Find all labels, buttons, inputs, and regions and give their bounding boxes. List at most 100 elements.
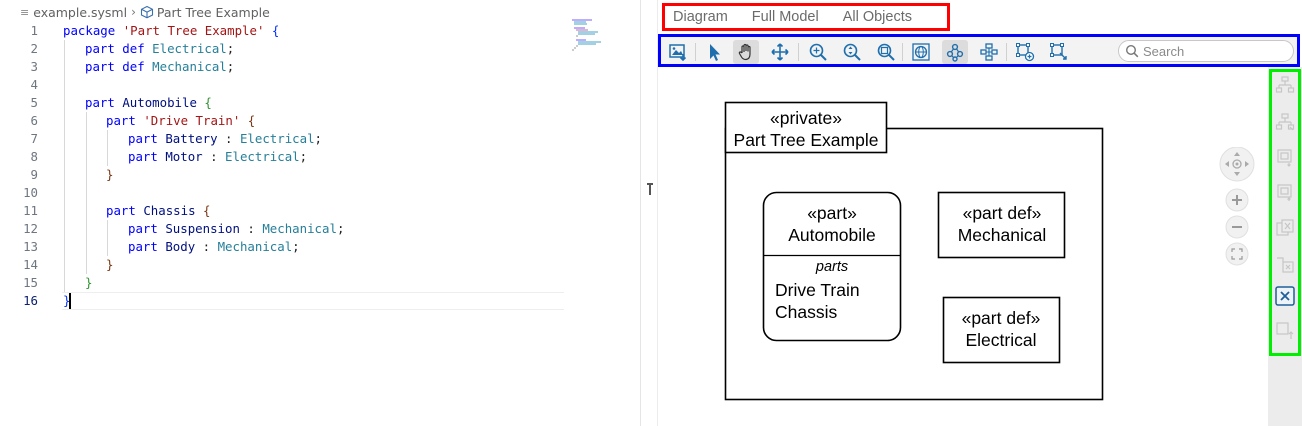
indent-guide (64, 166, 65, 184)
code-line: 9} (0, 166, 575, 184)
indent-guide (64, 76, 65, 94)
indent-guide (64, 130, 65, 148)
code-editor[interactable]: ≡ example.sysml › Part Tree Example 1 pac… (0, 0, 642, 426)
toolbar-separator (1006, 43, 1007, 61)
line-text: } (106, 257, 114, 272)
layout-icon (946, 43, 964, 62)
electrical-part-def-node[interactable]: «part def» Electrical (942, 296, 1061, 364)
connect-nodes-button[interactable] (1046, 40, 1072, 64)
tab-all-objects[interactable]: All Objects (843, 9, 912, 25)
line-text: } (85, 275, 93, 290)
line-text: part Chassis { (106, 203, 211, 218)
search-icon (1125, 44, 1139, 58)
indent-guide (86, 130, 87, 148)
breadcrumb-symbol[interactable]: Part Tree Example (157, 5, 270, 20)
minimap[interactable] (568, 18, 608, 58)
mechanical-stereotype: «part def» (963, 203, 1042, 223)
add-node-button[interactable] (1012, 40, 1038, 64)
zoom-selection-icon (877, 43, 895, 61)
pan-icon[interactable] (1219, 147, 1255, 182)
canvas-nav-controls (1219, 147, 1255, 266)
indent-guide (86, 184, 87, 202)
line-number: 12 (23, 221, 38, 236)
line-text: part Automobile { (85, 95, 212, 110)
code-line: 3 part def Mechanical; (0, 58, 575, 76)
indent-guide (64, 202, 65, 220)
search-box[interactable] (1118, 40, 1294, 62)
code-line: 12 part Suspension : Mechanical; (0, 220, 575, 238)
part-member-drive-train: Drive Train (775, 280, 860, 300)
indent-guide (86, 220, 87, 238)
line-text: } (106, 167, 114, 182)
line-number: 8 (30, 149, 38, 164)
diagram-toolbar (658, 34, 1300, 67)
package-stereotype: «private» (770, 108, 842, 128)
line-text: part Battery : Electrical; (128, 131, 323, 146)
automobile-stereotype: «part» (807, 203, 857, 223)
code-line: 16} (0, 292, 575, 310)
layout-button[interactable] (942, 40, 968, 64)
globe-icon (912, 43, 930, 61)
zoom-vertical-button[interactable] (839, 40, 865, 64)
add-node-icon (1016, 43, 1035, 62)
move-icon (771, 43, 789, 61)
indent-guide (107, 130, 108, 148)
search-input[interactable] (1143, 43, 1283, 59)
line-number: 9 (30, 167, 38, 182)
tab-diagram[interactable]: Diagram (673, 9, 728, 25)
code-line: 14} (0, 256, 575, 274)
code-line: 5 part Automobile { (0, 94, 575, 112)
zoom-out-icon[interactable] (1225, 215, 1249, 239)
line-number: 10 (23, 185, 38, 200)
code-line: 1 package 'Part Tree Example' { (0, 22, 575, 40)
pan-button[interactable] (733, 40, 759, 64)
panel-divider[interactable] (640, 0, 641, 426)
indent-guide (64, 58, 65, 76)
side-toolbar-highlight (1269, 69, 1301, 356)
code-line: 13 part Body : Mechanical; (0, 238, 575, 256)
toolbar-separator (695, 43, 696, 61)
line-number: 3 (30, 59, 38, 74)
fit-screen-icon[interactable] (1225, 242, 1249, 266)
zoom-fit-icon (809, 43, 827, 61)
mechanical-part-def-node[interactable]: «part def» Mechanical (937, 191, 1066, 259)
code-line: 10 (0, 184, 575, 202)
diagram-canvas[interactable]: «private» Part Tree Example «part» Autom… (658, 67, 1268, 426)
indent-guide (86, 202, 87, 220)
indent-guide (86, 112, 87, 130)
line-number: 13 (23, 239, 38, 254)
zoom-selection-button[interactable] (873, 40, 899, 64)
tab-full-model[interactable]: Full Model (752, 9, 819, 25)
zoom-vertical-icon (843, 43, 861, 61)
code-lines[interactable]: 1 package 'Part Tree Example' { 2 part def… (0, 22, 575, 310)
file-lines-icon: ≡ (20, 5, 30, 19)
indent-guide (86, 238, 87, 256)
indent-guide (64, 112, 65, 130)
line-number: 16 (23, 293, 38, 308)
indent-guide (86, 256, 87, 274)
part-member-chassis: Chassis (775, 302, 837, 322)
automobile-part-node[interactable]: «part» Automobile parts Drive Train Chas… (762, 191, 902, 342)
line-text: part 'Drive Train' { (106, 113, 256, 128)
line-number: 14 (23, 257, 38, 272)
zoom-in-icon[interactable] (1225, 188, 1249, 212)
mechanical-name: Mechanical (958, 225, 1047, 245)
cube-icon (140, 5, 153, 19)
sash-handle-icon[interactable] (646, 183, 654, 195)
breadcrumb: ≡ example.sysml › Part Tree Example (20, 4, 270, 20)
export-image-button[interactable] (665, 40, 691, 64)
move-button[interactable] (767, 40, 793, 64)
line-number: 7 (30, 131, 38, 146)
parts-compartment-label: parts (815, 259, 848, 275)
line-number: 6 (30, 113, 38, 128)
indent-guide (64, 148, 65, 166)
automobile-name: Automobile (788, 225, 876, 245)
line-text: part def Mechanical; (85, 59, 235, 74)
indent-guide (64, 40, 65, 58)
view-tabs: Diagram Full Model All Objects (662, 3, 950, 31)
globe-button[interactable] (908, 40, 934, 64)
breadcrumb-file[interactable]: example.sysml (33, 5, 127, 20)
hierarchy-button[interactable] (976, 40, 1002, 64)
select-button[interactable] (701, 40, 727, 64)
zoom-fit-button[interactable] (805, 40, 831, 64)
